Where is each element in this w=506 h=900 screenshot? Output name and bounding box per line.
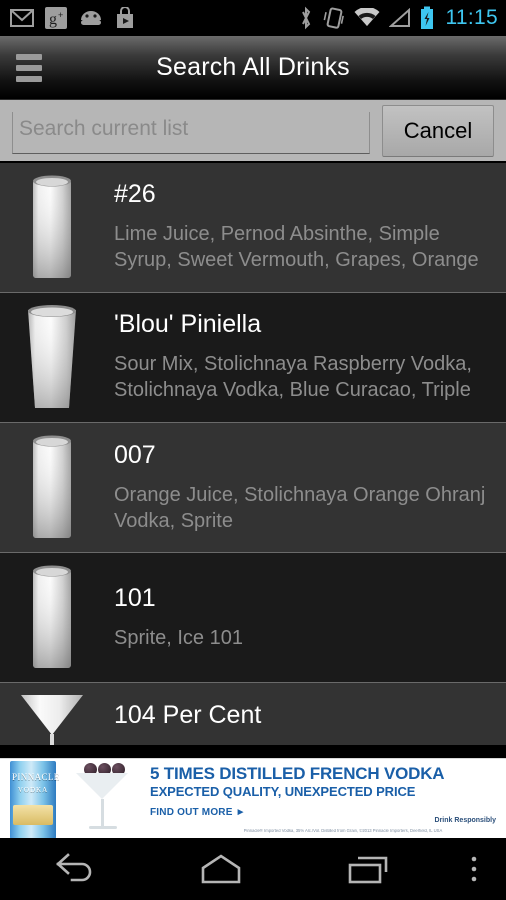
list-item-text: 101 Sprite, Ice 101	[90, 584, 496, 651]
list-item[interactable]: 104 Per Cent	[0, 683, 506, 745]
drink-name: #26	[114, 180, 156, 209]
list-item-text: #26 Lime Juice, Pernod Absinthe, Simple …	[90, 180, 496, 275]
list-item-text: 'Blou' Piniella Sour Mix, Stolichnaya Ra…	[90, 310, 496, 405]
drink-list[interactable]: #26 Lime Juice, Pernod Absinthe, Simple …	[0, 163, 506, 758]
cell-signal-icon	[388, 8, 410, 27]
page-title: Search All Drinks	[156, 53, 350, 81]
ad-subheadline: EXPECTED QUALITY, UNEXPECTED PRICE	[150, 783, 416, 799]
hamburger-bar	[16, 53, 42, 60]
drink-ingredients: Orange Juice, Stolichnaya Orange Ohranj …	[114, 483, 486, 532]
drink-name: 007	[114, 441, 156, 470]
drink-name: 'Blou' Piniella	[114, 310, 262, 339]
search-bar: Cancel	[0, 100, 506, 163]
bottle-brand-sub: VODKA	[17, 785, 49, 794]
martini-glass-icon	[14, 691, 90, 745]
drink-ingredients: Lime Juice, Pernod Absinthe, Simple Syru…	[114, 222, 479, 271]
martini-foot	[89, 826, 117, 829]
gmail-icon	[10, 9, 34, 27]
hamburger-bar	[16, 75, 42, 82]
status-notification-icons: g +	[10, 7, 135, 29]
drink-name: 104 Per Cent	[114, 701, 262, 729]
ad-copy: 5 TIMES DISTILLED FRENCH VODKA EXPECTED …	[138, 759, 506, 838]
android-icon	[81, 11, 101, 25]
advertisement-banner[interactable]: PINNACLE VODKA 5 TIMES DISTILLED FRENCH …	[0, 758, 506, 838]
hamburger-bar	[16, 64, 42, 71]
cancel-button[interactable]: Cancel	[382, 104, 494, 157]
bluetooth-icon	[301, 6, 310, 30]
home-icon[interactable]	[147, 838, 294, 900]
vibrate-icon	[323, 7, 344, 29]
bottle-gold-band	[13, 805, 53, 825]
collins-glass-icon	[14, 169, 90, 287]
list-item[interactable]: 'Blou' Piniella Sour Mix, Stolichnaya Ra…	[0, 293, 506, 423]
hamburger-menu-icon[interactable]	[16, 53, 42, 82]
martini-cup	[76, 773, 128, 799]
bottle-brand-name: PINNACLE	[12, 772, 60, 782]
status-system-icons: 11:15	[298, 6, 499, 30]
battery-charging-icon	[420, 6, 433, 29]
drink-responsibly-text: Drink Responsibly	[434, 817, 496, 824]
list-item-text: 104 Per Cent	[90, 691, 496, 730]
drink-ingredients: Sour Mix, Stolichnaya Raspberry Vodka, S…	[114, 352, 472, 401]
drink-ingredients: Sprite, Ice 101	[114, 626, 243, 649]
list-item[interactable]: 007 Orange Juice, Stolichnaya Orange Ohr…	[0, 423, 506, 553]
svg-text:g: g	[49, 11, 57, 28]
list-item[interactable]: #26 Lime Juice, Pernod Absinthe, Simple …	[0, 163, 506, 293]
collins-glass-icon	[14, 559, 90, 677]
recents-icon[interactable]	[295, 838, 442, 900]
status-clock: 11:15	[445, 6, 498, 29]
back-icon[interactable]	[0, 838, 147, 900]
status-bar: g + 11:15	[0, 0, 506, 36]
overflow-menu-icon[interactable]	[442, 838, 506, 900]
action-bar: Search All Drinks	[0, 36, 506, 100]
pint-glass-icon	[14, 299, 90, 417]
ad-legal-text: Pinnacle® Imported Vodka, 35% Alc./Vol. …	[243, 829, 443, 834]
wifi-icon	[354, 8, 379, 26]
martini-with-berries-image	[68, 759, 138, 838]
bottle-brand-label: PINNACLE VODKA	[12, 771, 60, 795]
play-store-icon	[117, 7, 133, 28]
martini-stem	[101, 799, 104, 827]
google-plus-icon: g +	[45, 7, 67, 29]
list-item[interactable]: 101 Sprite, Ice 101	[0, 553, 506, 683]
vodka-bottle-image: PINNACLE VODKA	[0, 759, 68, 838]
android-navigation-bar	[0, 838, 506, 900]
ad-headline: 5 TIMES DISTILLED FRENCH VODKA	[150, 764, 445, 783]
search-input-wrapper	[12, 108, 370, 154]
collins-glass-icon	[14, 429, 90, 547]
svg-text:+: +	[58, 10, 63, 20]
phone-screen: g + 11:15 Search All Drinks Search curre…	[0, 0, 506, 900]
search-input[interactable]	[12, 111, 370, 154]
drink-name: 101	[114, 584, 156, 613]
list-item-text: 007 Orange Juice, Stolichnaya Orange Ohr…	[90, 441, 496, 534]
